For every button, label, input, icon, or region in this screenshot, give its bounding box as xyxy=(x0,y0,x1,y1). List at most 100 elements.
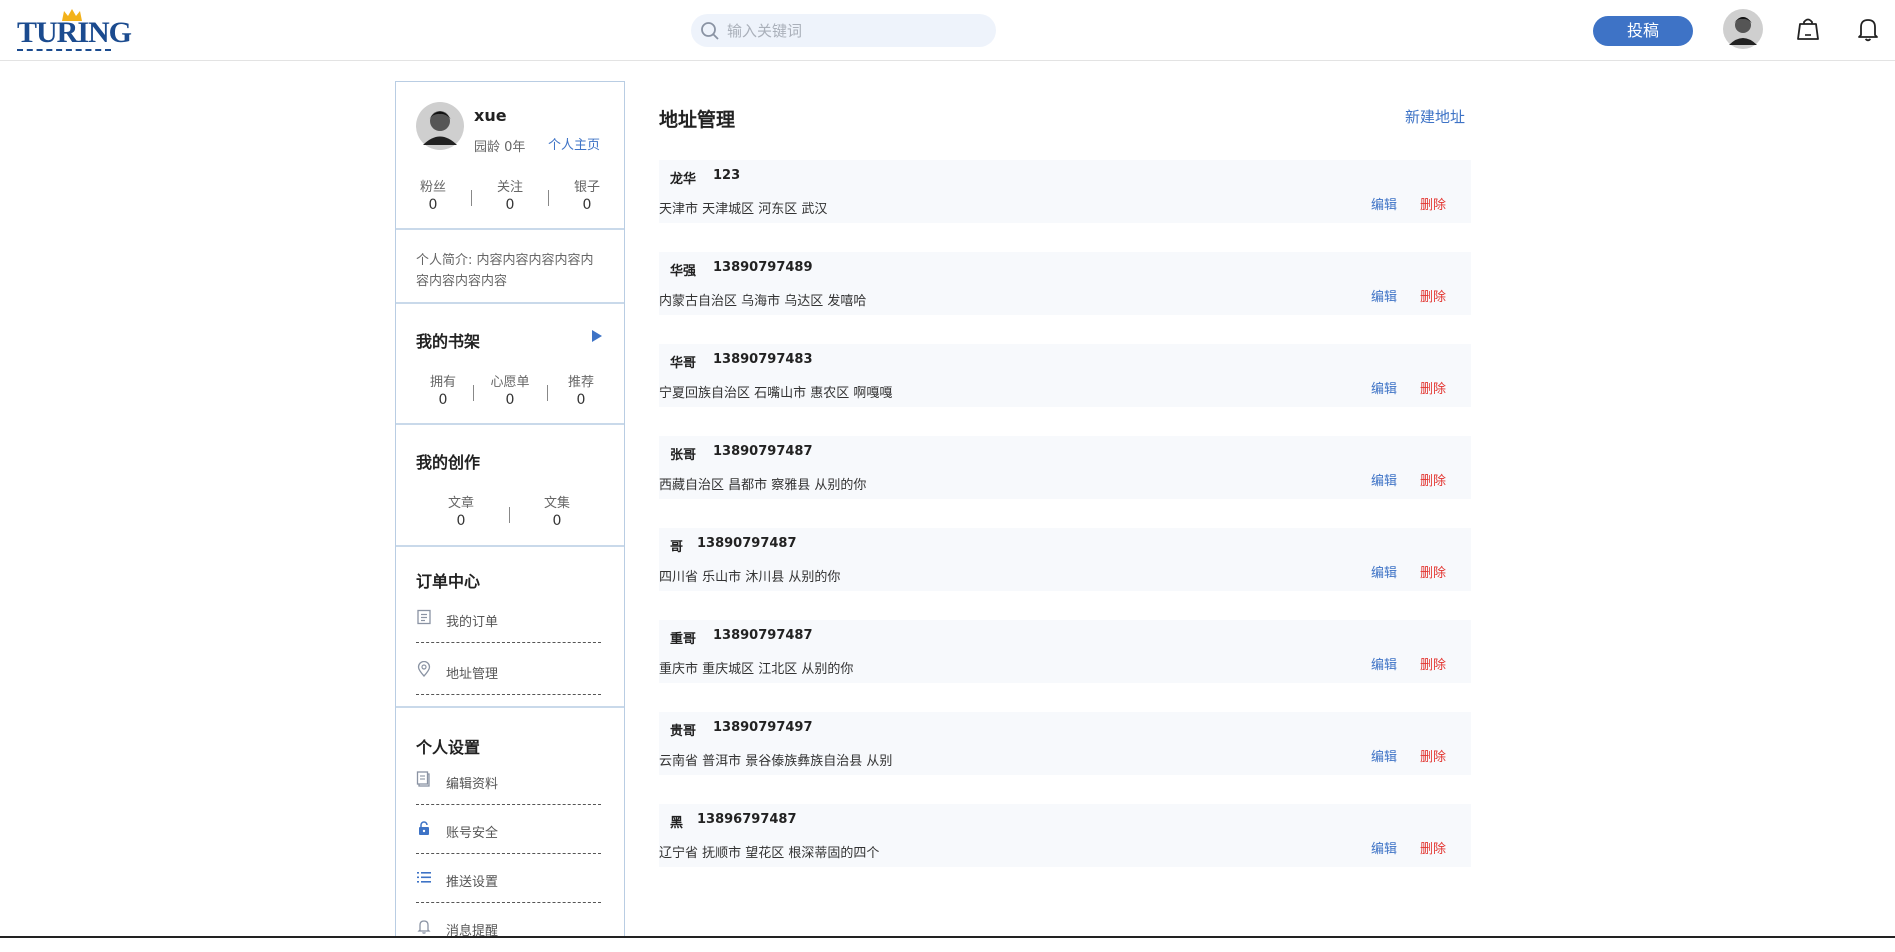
stat-value: 0 xyxy=(582,197,592,213)
delete-button[interactable]: 删除 xyxy=(1420,286,1446,305)
edit-profile-icon xyxy=(416,771,430,787)
stat-value: 0 xyxy=(428,197,438,213)
edit-button[interactable]: 编辑 xyxy=(1371,562,1397,581)
stat-value: 0 xyxy=(505,197,515,213)
address-card: 龙华 123 天津市 天津城区 河东区 武汉 编辑 删除 xyxy=(659,160,1471,223)
lock-icon xyxy=(419,821,429,835)
address-phone: 13890797497 xyxy=(713,720,813,735)
stat-recommend[interactable]: 推荐 0 xyxy=(556,371,606,408)
stat-value: 0 xyxy=(552,513,562,529)
divider xyxy=(548,190,549,206)
edit-button[interactable]: 编辑 xyxy=(1371,746,1397,765)
order-center-title: 订单中心 xyxy=(416,572,481,591)
address-text: 辽宁省 抚顺市 望花区 根深蒂固的四个 xyxy=(659,846,880,861)
address-text: 宁夏回族自治区 石嘴山市 惠农区 啊嘎嘎 xyxy=(659,386,893,401)
stat-value: 0 xyxy=(456,513,466,529)
stat-label: 粉丝 xyxy=(419,180,446,195)
delete-button[interactable]: 删除 xyxy=(1420,194,1446,213)
delete-button[interactable]: 删除 xyxy=(1420,470,1446,489)
location-pin-icon xyxy=(417,661,431,677)
profile-intro: 个人简介: 内容内容内容内容内容内容内容内容 xyxy=(416,253,594,289)
address-text: 西藏自治区 昌都市 察雅县 从别的你 xyxy=(659,478,867,493)
notification-bell-icon[interactable] xyxy=(1855,16,1881,42)
profile-sidebar: xue 园龄 0年 个人主页 粉丝 0 关注 0 银子 0 个人简介: 内容内容… xyxy=(395,81,625,939)
homepage-link[interactable]: 个人主页 xyxy=(548,134,600,153)
creation-section: 我的创作 文章 0 文集 0 xyxy=(396,425,624,547)
menu-my-orders[interactable]: 我的订单 xyxy=(416,599,601,643)
menu-push-settings[interactable]: 推送设置 xyxy=(416,859,601,903)
menu-edit-profile[interactable]: 编辑资料 xyxy=(416,761,601,805)
bell-icon xyxy=(417,920,431,934)
edit-button[interactable]: 编辑 xyxy=(1371,838,1397,857)
address-name: 贵哥 xyxy=(670,724,697,739)
dashed-divider xyxy=(416,804,601,805)
menu-account-security[interactable]: 账号安全 xyxy=(416,810,601,854)
bookshelf-title: 我的书架 xyxy=(416,332,481,351)
personal-settings-title: 个人设置 xyxy=(416,738,481,757)
logo-text: TURING xyxy=(17,16,132,49)
dashed-divider xyxy=(416,902,601,903)
address-name: 华哥 xyxy=(670,356,697,371)
submit-article-button[interactable]: 投稿 xyxy=(1593,16,1693,46)
stat-label: 推荐 xyxy=(567,375,594,390)
page-title: 地址管理 xyxy=(659,109,736,131)
address-name: 重哥 xyxy=(670,632,697,647)
stat-fans[interactable]: 粉丝 0 xyxy=(408,176,458,213)
user-avatar[interactable] xyxy=(1723,9,1763,49)
menu-label: 账号安全 xyxy=(446,826,499,841)
username: xue xyxy=(474,106,507,125)
divider xyxy=(473,385,474,401)
list-settings-icon xyxy=(417,872,431,883)
menu-label: 推送设置 xyxy=(446,875,499,890)
order-list-icon xyxy=(417,609,431,625)
profile-intro-section: 个人简介: 内容内容内容内容内容内容内容内容 xyxy=(396,230,624,304)
search-input[interactable] xyxy=(727,14,987,47)
menu-message-reminder[interactable]: 消息提醒 xyxy=(416,908,601,952)
delete-button[interactable]: 删除 xyxy=(1420,562,1446,581)
address-name: 龙华 xyxy=(670,172,697,187)
stat-wishlist[interactable]: 心愿单 0 xyxy=(485,371,535,408)
edit-button[interactable]: 编辑 xyxy=(1371,286,1397,305)
turing-logo[interactable]: TURING xyxy=(17,8,132,52)
address-card: 贵哥 13890797497 云南省 普洱市 景谷傣族彝族自治县 从别 编辑 删… xyxy=(659,712,1471,775)
menu-address-management[interactable]: 地址管理 xyxy=(416,651,601,695)
address-phone: 13890797487 xyxy=(697,536,797,551)
address-phone: 13890797487 xyxy=(713,628,813,643)
stat-silver[interactable]: 银子 0 xyxy=(562,176,612,213)
stat-owned[interactable]: 拥有 0 xyxy=(418,371,468,408)
menu-label: 我的订单 xyxy=(446,615,499,630)
new-address-link[interactable]: 新建地址 xyxy=(1405,106,1465,127)
stat-collections[interactable]: 文集 0 xyxy=(532,492,582,529)
edit-button[interactable]: 编辑 xyxy=(1371,654,1397,673)
delete-button[interactable]: 删除 xyxy=(1420,654,1446,673)
address-text: 重庆市 重庆城区 江北区 从别的你 xyxy=(659,662,854,677)
address-list: 龙华 123 天津市 天津城区 河东区 武汉 编辑 删除 华强 13890797… xyxy=(659,160,1471,896)
address-text: 云南省 普洱市 景谷傣族彝族自治县 从别 xyxy=(659,754,893,769)
delete-button[interactable]: 删除 xyxy=(1420,746,1446,765)
search-icon[interactable] xyxy=(700,21,720,41)
address-card: 黑 13896797487 辽宁省 抚顺市 望花区 根深蒂固的四个 编辑 删除 xyxy=(659,804,1471,867)
stat-articles[interactable]: 文章 0 xyxy=(436,492,486,529)
address-name: 黑 xyxy=(670,816,684,831)
stat-following[interactable]: 关注 0 xyxy=(485,176,535,213)
shopping-bag-icon[interactable] xyxy=(1795,16,1821,42)
address-card: 华强 13890797489 内蒙古自治区 乌海市 乌达区 发嘻哈 编辑 删除 xyxy=(659,252,1471,315)
address-name: 华强 xyxy=(670,264,697,279)
edit-button[interactable]: 编辑 xyxy=(1371,194,1397,213)
address-text: 天津市 天津城区 河东区 武汉 xyxy=(659,202,828,217)
divider xyxy=(471,190,472,206)
profile-avatar[interactable] xyxy=(416,102,464,150)
delete-button[interactable]: 删除 xyxy=(1420,378,1446,397)
dashed-divider xyxy=(416,694,601,695)
delete-button[interactable]: 删除 xyxy=(1420,838,1446,857)
edit-button[interactable]: 编辑 xyxy=(1371,470,1397,489)
stat-label: 心愿单 xyxy=(490,375,530,390)
address-phone: 13896797487 xyxy=(697,812,797,827)
menu-label: 编辑资料 xyxy=(446,777,499,792)
stat-label: 关注 xyxy=(496,180,523,195)
play-arrow-icon[interactable] xyxy=(591,329,603,343)
address-phone: 13890797487 xyxy=(713,444,813,459)
menu-label: 地址管理 xyxy=(446,667,499,682)
bookshelf-section: 我的书架 拥有 0 心愿单 0 推荐 0 xyxy=(396,304,624,425)
edit-button[interactable]: 编辑 xyxy=(1371,378,1397,397)
